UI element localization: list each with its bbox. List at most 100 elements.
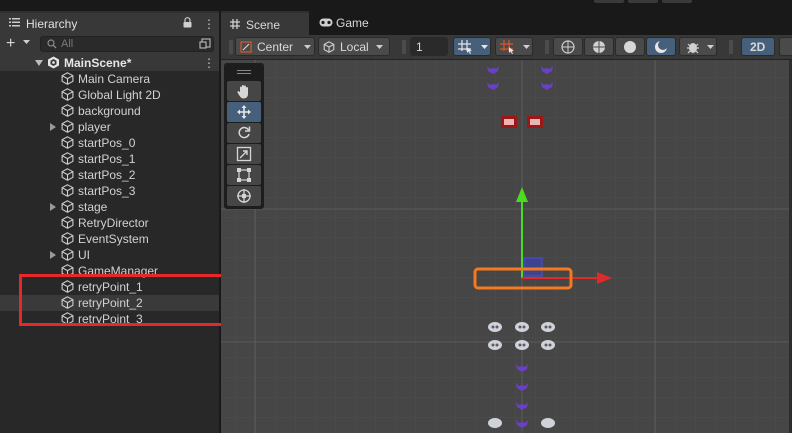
hierarchy-item-label: startPos_3 [78,184,136,198]
tab-scene[interactable]: Scene [221,11,309,35]
shaded-wireframe-icon [593,41,605,53]
hierarchy-item-label: startPos_1 [78,152,136,166]
hierarchy-item-label: startPos_0 [78,136,136,150]
add-button[interactable]: + [6,36,15,52]
wireframe-shading-button[interactable] [553,37,583,56]
gameobject-cube-icon [61,168,74,181]
hierarchy-tabbar: Hierarchy ⋮ [0,8,219,33]
hierarchy-item[interactable]: RetryDirector [0,215,219,231]
gameobject-cube-icon [61,232,74,245]
hand-icon [237,85,248,99]
hierarchy-item[interactable]: stage [0,199,219,215]
search-field[interactable] [40,36,214,52]
scene-tabbar: Scene Game [221,8,792,35]
expand-arrow-icon[interactable] [50,123,56,131]
top-button[interactable] [594,0,624,3]
hierarchy-item-label: RetryDirector [78,216,149,230]
hierarchy-item-label: background [78,104,141,118]
increment-snap-toggle[interactable] [495,37,533,56]
gameobject-cube-icon [61,120,74,133]
rect-tool-button[interactable] [227,165,261,185]
transform-tool-button[interactable] [227,186,261,206]
space-dropdown[interactable]: Local [318,37,390,56]
palette-grip[interactable] [237,70,251,71]
hierarchy-item[interactable]: background [0,103,219,119]
scene-panel: Scene Game Center Local 1 2D [221,8,792,433]
lock-icon[interactable] [183,17,192,28]
tab-hierarchy[interactable]: Hierarchy ⋮ [0,11,219,33]
expand-arrow-icon[interactable] [50,203,56,211]
hierarchy-item-label: startPos_2 [78,168,136,182]
hierarchy-item[interactable]: startPos_1 [0,151,219,167]
hierarchy-item-label: Global Light 2D [78,88,161,102]
expand-arrow-icon[interactable] [35,60,43,66]
filter-icon[interactable] [199,38,211,50]
hierarchy-item[interactable]: startPos_0 [0,135,219,151]
hierarchy-item-label: EventSystem [78,232,149,246]
scene-name: MainScene* [64,56,132,70]
hierarchy-item-label: player [78,120,111,134]
rotate-icon [238,126,251,139]
top-button[interactable] [628,0,658,3]
grid-snap-toggle[interactable] [453,37,491,56]
gameobject-cube-icon [61,72,74,85]
hierarchy-item[interactable]: UI [0,247,219,263]
scene-canvas[interactable] [221,60,792,433]
toolbar-grip-icon [729,40,733,54]
hierarchy-toolbar: + [0,33,219,55]
grid-icon [230,19,240,29]
scene-row[interactable]: MainScene* ⋮ [0,55,219,71]
chevron-down-icon [481,45,488,49]
pivot-label: Center [257,40,294,54]
gameobject-cube-icon [61,152,74,165]
mode-2d-label: 2D [750,40,766,54]
hierarchy-item-label: UI [78,248,90,262]
tab-scene-label: Scene [246,18,281,32]
rotate-tool-button[interactable] [227,123,261,143]
chevron-down-icon[interactable] [23,40,30,44]
top-button[interactable] [662,0,692,3]
scale-tool-button[interactable] [227,144,261,164]
search-icon [47,39,57,49]
move-tool-button[interactable] [227,102,261,122]
hand-tool-button[interactable] [227,81,261,101]
grid-size-field[interactable]: 1 [410,37,448,56]
chevron-down-icon [304,45,311,49]
unlit-button[interactable] [646,37,676,56]
gameobject-cube-icon [61,104,74,117]
hierarchy-item-label: Main Camera [78,72,151,86]
scene-viewport[interactable] [221,60,792,433]
increment-snap-icon [500,40,514,54]
chevron-down-icon [523,45,530,49]
hierarchy-item[interactable]: startPos_2 [0,167,219,183]
shaded-sphere-icon [624,41,636,53]
chevron-down-icon [376,45,383,49]
scene-options-icon[interactable]: ⋮ [203,56,215,70]
chevron-down-icon [707,45,714,49]
annotation-highlight-box [19,274,226,326]
debug-draw-dropdown[interactable] [679,37,717,56]
hierarchy-item[interactable]: EventSystem [0,231,219,247]
expand-arrow-icon[interactable] [50,251,56,259]
xy-plane-handle[interactable] [523,257,543,277]
more-options-icon[interactable]: ⋮ [203,17,215,31]
shaded-button[interactable] [615,37,645,56]
gameobject-cube-icon [61,248,74,261]
list-icon [9,18,20,27]
bug-icon [687,43,699,54]
mode-2d-toggle[interactable]: 2D [741,37,775,56]
pivot-dropdown[interactable]: Center [235,37,315,56]
hierarchy-item[interactable]: Global Light 2D [0,87,219,103]
hierarchy-item[interactable]: Main Camera [0,71,219,87]
gameobject-cube-icon [61,184,74,197]
shaded-wireframe-button[interactable] [584,37,614,56]
grid-size-value: 1 [416,40,423,54]
toolbar-grip-icon [402,40,406,54]
hierarchy-item[interactable]: startPos_3 [0,183,219,199]
search-input[interactable] [61,37,181,51]
tab-game[interactable]: Game [311,11,401,35]
lighting-toggle[interactable] [779,37,792,56]
moon-icon [655,40,668,53]
hierarchy-item[interactable]: player [0,119,219,135]
toolbar-grip-icon [229,40,233,54]
